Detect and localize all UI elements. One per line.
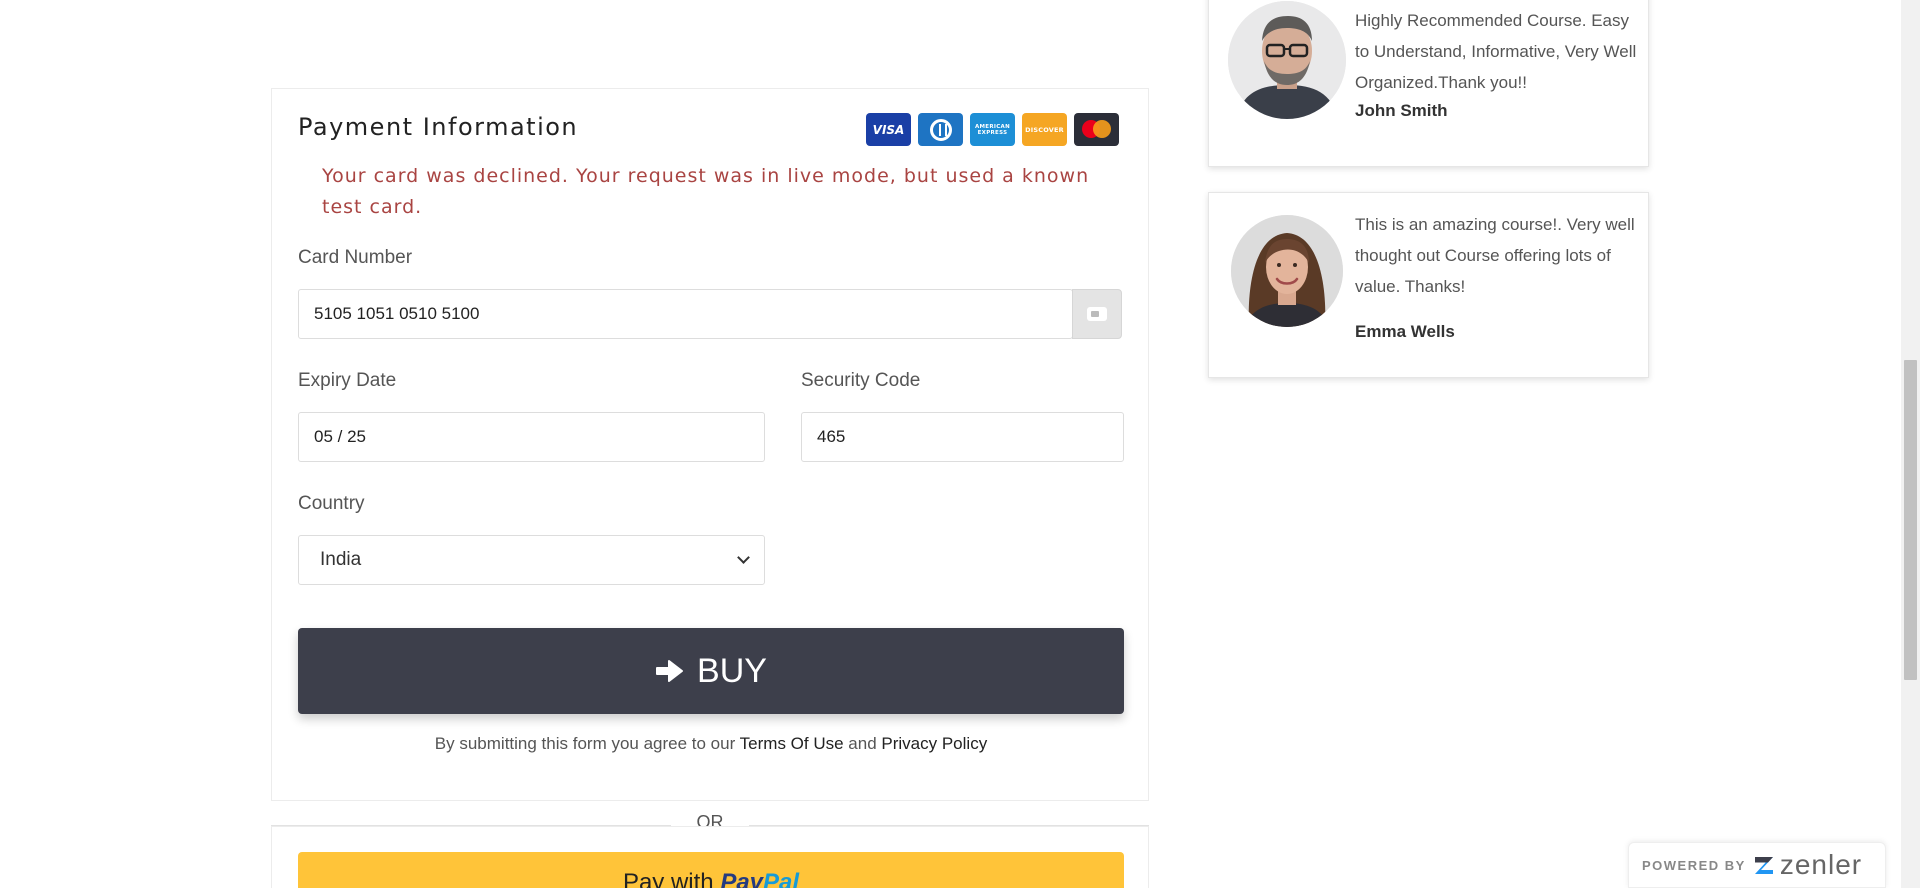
zenler-z-icon — [1754, 857, 1773, 874]
discover-logo: DISCOVER — [1022, 113, 1067, 146]
terms-text: By submitting this form you agree to our… — [272, 734, 1150, 754]
powered-by-badge[interactable]: POWERED BY zenler — [1628, 842, 1886, 888]
scrollbar-thumb[interactable] — [1904, 360, 1917, 680]
card-number-label: Card Number — [298, 247, 413, 268]
accepted-cards: VISA AMERICAN EXPRESS DISCOVER — [866, 113, 1119, 146]
payment-panel: Payment Information VISA AMERICAN EXPRES… — [271, 88, 1149, 801]
expiry-date-label: Expiry Date — [298, 370, 397, 391]
terms-and: and — [843, 734, 882, 753]
payment-title: Payment Information — [298, 113, 579, 141]
powered-by-text: POWERED BY — [1642, 857, 1746, 873]
testimonial-author: John Smith — [1355, 101, 1448, 120]
paypal-logo-pal: Pal — [763, 869, 800, 888]
credit-card-icon — [1072, 289, 1122, 339]
arrow-right-circle-icon — [656, 660, 684, 682]
terms-of-use-link[interactable]: Terms Of Use — [740, 734, 844, 753]
security-code-input[interactable]: 465 — [801, 412, 1124, 462]
amex-logo: AMERICAN EXPRESS — [970, 113, 1015, 146]
card-number-input[interactable]: 5105 1051 0510 5100 — [298, 289, 1073, 339]
paypal-panel: Pay with PayPal — [271, 826, 1149, 888]
visa-logo: VISA — [866, 113, 911, 146]
testimonial-quote: This is an amazing course!. Very well th… — [1355, 215, 1635, 296]
privacy-policy-link[interactable]: Privacy Policy — [881, 734, 987, 753]
avatar — [1231, 215, 1343, 327]
country-label: Country — [298, 493, 365, 514]
diners-club-logo — [918, 113, 963, 146]
paypal-pay-with: Pay with — [622, 869, 721, 888]
emma-wells-photo — [1231, 215, 1343, 327]
chevron-down-icon — [737, 551, 750, 564]
country-select[interactable]: India — [298, 535, 765, 585]
terms-prefix: By submitting this form you agree to our — [434, 734, 740, 753]
country-selected-value: India — [320, 549, 362, 570]
payment-error-message: Your card was declined. Your request was… — [322, 165, 1090, 218]
buy-button-label: BUY — [697, 651, 767, 690]
buy-button[interactable]: BUY — [298, 628, 1124, 714]
security-code-label: Security Code — [801, 370, 921, 391]
john-smith-photo — [1228, 1, 1346, 119]
testimonial-quote: Highly Recommended Course. Easy to Under… — [1355, 11, 1637, 92]
paypal-logo-pay: Pay — [720, 869, 764, 888]
testimonial-card: This is an amazing course!. Very well th… — [1208, 192, 1649, 378]
mastercard-logo — [1074, 113, 1119, 146]
avatar — [1228, 1, 1346, 119]
page-scrollbar[interactable] — [1901, 0, 1920, 888]
testimonial-author: Emma Wells — [1355, 322, 1455, 341]
zenler-logo: zenler — [1752, 849, 1862, 881]
expiry-date-input[interactable]: 05 / 25 — [298, 412, 765, 462]
testimonial-card: Highly Recommended Course. Easy to Under… — [1208, 0, 1649, 167]
paypal-button[interactable]: Pay with PayPal — [298, 852, 1124, 888]
zenler-wordmark: zenler — [1779, 849, 1863, 880]
